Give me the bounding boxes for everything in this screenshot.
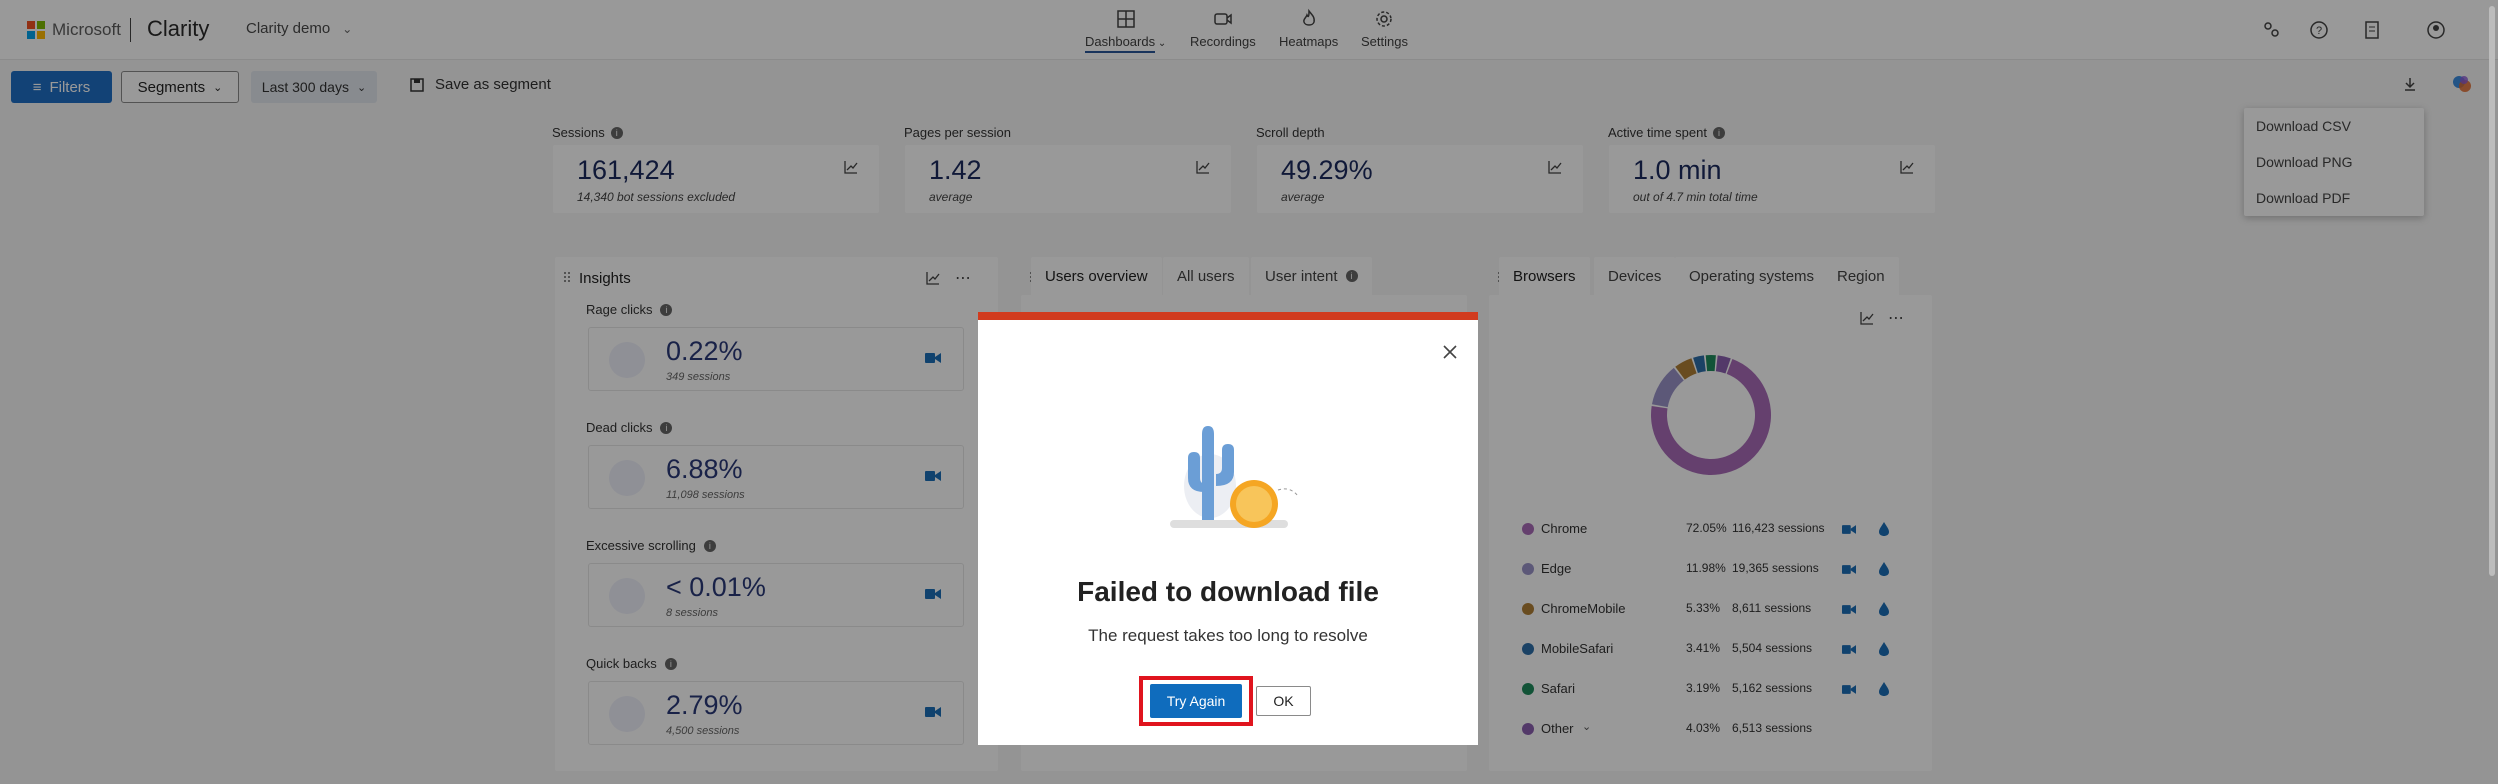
page-scrollbar[interactable] [2489, 6, 2495, 576]
try-again-button[interactable]: Try Again [1150, 684, 1242, 718]
dialog-title: Failed to download file [1077, 576, 1379, 607]
download-error-dialog: Failed to download file The request take… [978, 312, 1478, 745]
close-icon[interactable] [1440, 342, 1460, 362]
dialog-message: The request takes too long to resolve [1088, 626, 1368, 645]
ok-button[interactable]: OK [1256, 686, 1311, 716]
cactus-illustration-icon [1170, 426, 1299, 528]
